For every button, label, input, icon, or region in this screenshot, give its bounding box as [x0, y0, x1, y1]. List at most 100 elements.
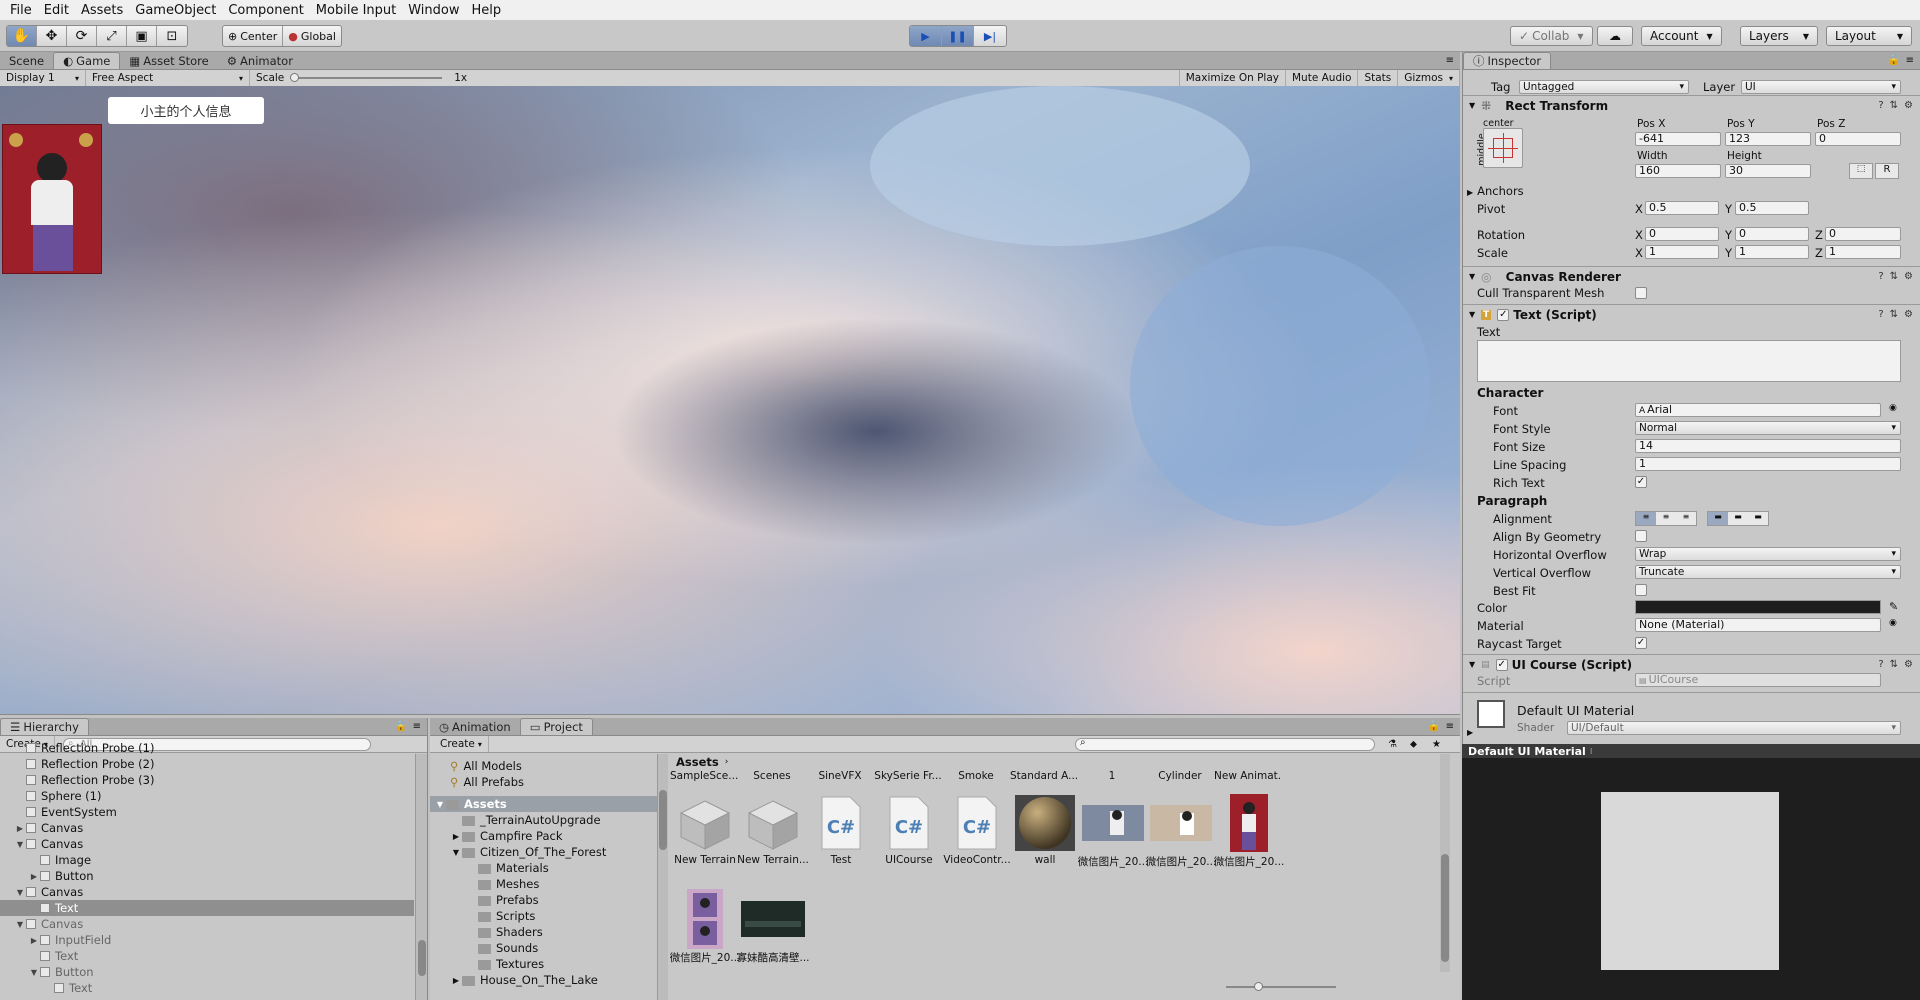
account-dropdown[interactable]: Account ▼	[1641, 26, 1722, 46]
mute-audio-toggle[interactable]: Mute Audio	[1286, 70, 1359, 86]
pos-z-field[interactable]: 0	[1815, 132, 1901, 146]
font-field[interactable]: A Arial	[1635, 403, 1881, 417]
stats-toggle[interactable]: Stats	[1358, 70, 1399, 86]
space-global-button[interactable]: ● Global	[283, 26, 341, 46]
lock-icon[interactable]: 🔒	[395, 721, 407, 732]
width-field[interactable]: 160	[1635, 164, 1721, 178]
enable-checkbox[interactable]: ✓	[1497, 308, 1510, 321]
play-button[interactable]: ▶	[910, 26, 942, 46]
expand-arrow-icon[interactable]: ▶	[28, 872, 40, 881]
folder-tree-item[interactable]: Textures	[430, 956, 657, 972]
folder-tree-item[interactable]: ▼ Assets	[430, 796, 657, 812]
font-style-dropdown[interactable]: Normal	[1635, 421, 1901, 435]
text-area[interactable]	[1477, 340, 1901, 382]
scale-slider[interactable]	[290, 73, 443, 82]
best-fit-checkbox[interactable]	[1635, 584, 1647, 596]
pivot-y-field[interactable]: 0.5	[1735, 201, 1809, 215]
panel-menu-icon[interactable]: ≡	[413, 721, 421, 732]
hierarchy-row[interactable]: Text	[0, 900, 414, 916]
color-field[interactable]	[1635, 600, 1881, 614]
menu-item-component[interactable]: Component	[222, 3, 309, 18]
scale-slider-thumb[interactable]	[290, 73, 300, 82]
subfolder-item[interactable]: Standard A...	[1010, 770, 1078, 782]
align-bottom-icon[interactable]: ▬	[1748, 512, 1768, 525]
expand-arrow-icon[interactable]: ▼	[434, 800, 446, 809]
asset-item[interactable]: 微信图片_20...	[1208, 792, 1290, 869]
expand-arrow-icon[interactable]: ▼	[14, 888, 26, 897]
panel-menu-icon[interactable]: ≡	[1906, 55, 1914, 66]
subfolder-item[interactable]: Scenes	[738, 770, 806, 782]
subfolder-item[interactable]: SkySerie Fr...	[874, 770, 942, 782]
gear-icon[interactable]: ⚙	[1904, 271, 1913, 282]
scale-tool-button[interactable]: ⤢	[97, 26, 127, 46]
canvas-renderer-header[interactable]: ▼ ◎ Canvas Renderer ? ⇅ ⚙	[1463, 266, 1920, 286]
object-picker-icon[interactable]: ◉	[1889, 618, 1897, 628]
shader-dropdown[interactable]: UI/Default	[1567, 721, 1901, 735]
tag-dropdown[interactable]: Untagged	[1519, 80, 1689, 94]
folder-tree-item[interactable]: Materials	[430, 860, 657, 876]
subfolder-item[interactable]: Smoke	[942, 770, 1010, 782]
tab-animator[interactable]: ⚙ Animator	[218, 52, 302, 69]
help-icon[interactable]: ?	[1878, 271, 1883, 282]
align-left-icon[interactable]: ≡	[1636, 512, 1656, 525]
text-script-header[interactable]: ▼ T ✓ Text (Script) ? ⇅ ⚙	[1463, 304, 1920, 324]
material-field[interactable]: None (Material)	[1635, 618, 1881, 632]
maximize-on-play-toggle[interactable]: Maximize On Play	[1178, 70, 1286, 86]
expand-arrow-icon[interactable]: ▶	[450, 976, 462, 985]
expand-arrow-icon[interactable]: ▼	[28, 968, 40, 977]
star-icon[interactable]: ★	[1432, 739, 1441, 750]
folder-tree-item[interactable]: Scripts	[430, 908, 657, 924]
aspect-dropdown[interactable]: Free Aspect ▾	[86, 70, 250, 86]
expand-arrow-icon[interactable]: ▼	[14, 920, 26, 929]
folder-tree-item[interactable]: Sounds	[430, 940, 657, 956]
lock-icon[interactable]: 🔒	[1888, 55, 1900, 66]
ui-course-header[interactable]: ▼ ▤ ✓ UI Course (Script) ? ⇅ ⚙	[1463, 654, 1920, 674]
profile-info-button[interactable]: 小主的个人信息	[108, 97, 264, 124]
lock-icon[interactable]: 🔒	[1428, 721, 1440, 732]
font-size-field[interactable]: 14	[1635, 439, 1901, 453]
rect-transform-header[interactable]: ▼ ⁜ Rect Transform ? ⇅ ⚙	[1463, 95, 1920, 115]
subfolder-item[interactable]: SineVFX	[806, 770, 874, 782]
menu-item-gameobject[interactable]: GameObject	[129, 3, 222, 18]
menu-item-assets[interactable]: Assets	[75, 3, 129, 18]
preset-icon[interactable]: ⇅	[1890, 271, 1898, 282]
cull-checkbox[interactable]	[1635, 287, 1647, 299]
scrollbar-thumb[interactable]	[418, 940, 426, 976]
rotation-z-field[interactable]: 0	[1825, 227, 1901, 241]
tab-project[interactable]: ▭ Project	[519, 718, 593, 735]
step-button[interactable]: ▶|	[974, 26, 1006, 46]
hierarchy-row[interactable]: ▶ Button	[0, 868, 414, 884]
tab-game[interactable]: ◐ Game	[53, 52, 121, 69]
height-field[interactable]: 30	[1725, 164, 1811, 178]
scrollbar-thumb[interactable]	[1441, 854, 1449, 962]
preset-icon[interactable]: ⇅	[1890, 659, 1898, 670]
subfolder-item[interactable]: 1	[1078, 770, 1146, 782]
collapse-arrow-icon[interactable]: ▶	[1467, 728, 1473, 737]
hand-tool-button[interactable]: ✋	[7, 26, 37, 46]
layout-dropdown[interactable]: Layout ▼	[1826, 26, 1912, 46]
expand-arrow-icon[interactable]: ▼	[450, 848, 462, 857]
panel-menu-icon[interactable]: ≡	[1446, 721, 1454, 732]
folder-tree-item[interactable]: Meshes	[430, 876, 657, 892]
anchors-foldout[interactable]: ▶ Anchors	[1467, 184, 1524, 198]
folder-tree-item[interactable]: ▶ House_On_The_Lake	[430, 972, 657, 988]
expand-arrow-icon[interactable]: ▶	[28, 936, 40, 945]
help-icon[interactable]: ?	[1878, 309, 1883, 320]
hierarchy-row[interactable]: Image	[0, 852, 414, 868]
raw-edit-button[interactable]: R	[1875, 163, 1899, 179]
gear-icon[interactable]: ⚙	[1904, 309, 1913, 320]
filter-type-icon[interactable]: ⚗	[1388, 739, 1397, 750]
scale-x-field[interactable]: 1	[1645, 245, 1719, 259]
hierarchy-row[interactable]: Sphere (1)	[0, 788, 414, 804]
pause-button[interactable]: ❚❚	[942, 26, 974, 46]
line-spacing-field[interactable]: 1	[1635, 457, 1901, 471]
label-icon[interactable]: ⬥	[1410, 739, 1417, 750]
gizmos-dropdown[interactable]: Gizmos ▾	[1398, 70, 1460, 86]
tab-inspector[interactable]: ⓘ Inspector	[1463, 52, 1552, 69]
expand-arrow-icon[interactable]: ▼	[14, 840, 26, 849]
transform-tool-button[interactable]: ⊡	[157, 26, 187, 46]
menu-item-file[interactable]: File	[4, 3, 38, 18]
pos-x-field[interactable]: -641	[1635, 132, 1721, 146]
hierarchy-row[interactable]: Reflection Probe (3)	[0, 772, 414, 788]
expand-arrow-icon[interactable]: ▶	[450, 832, 462, 841]
